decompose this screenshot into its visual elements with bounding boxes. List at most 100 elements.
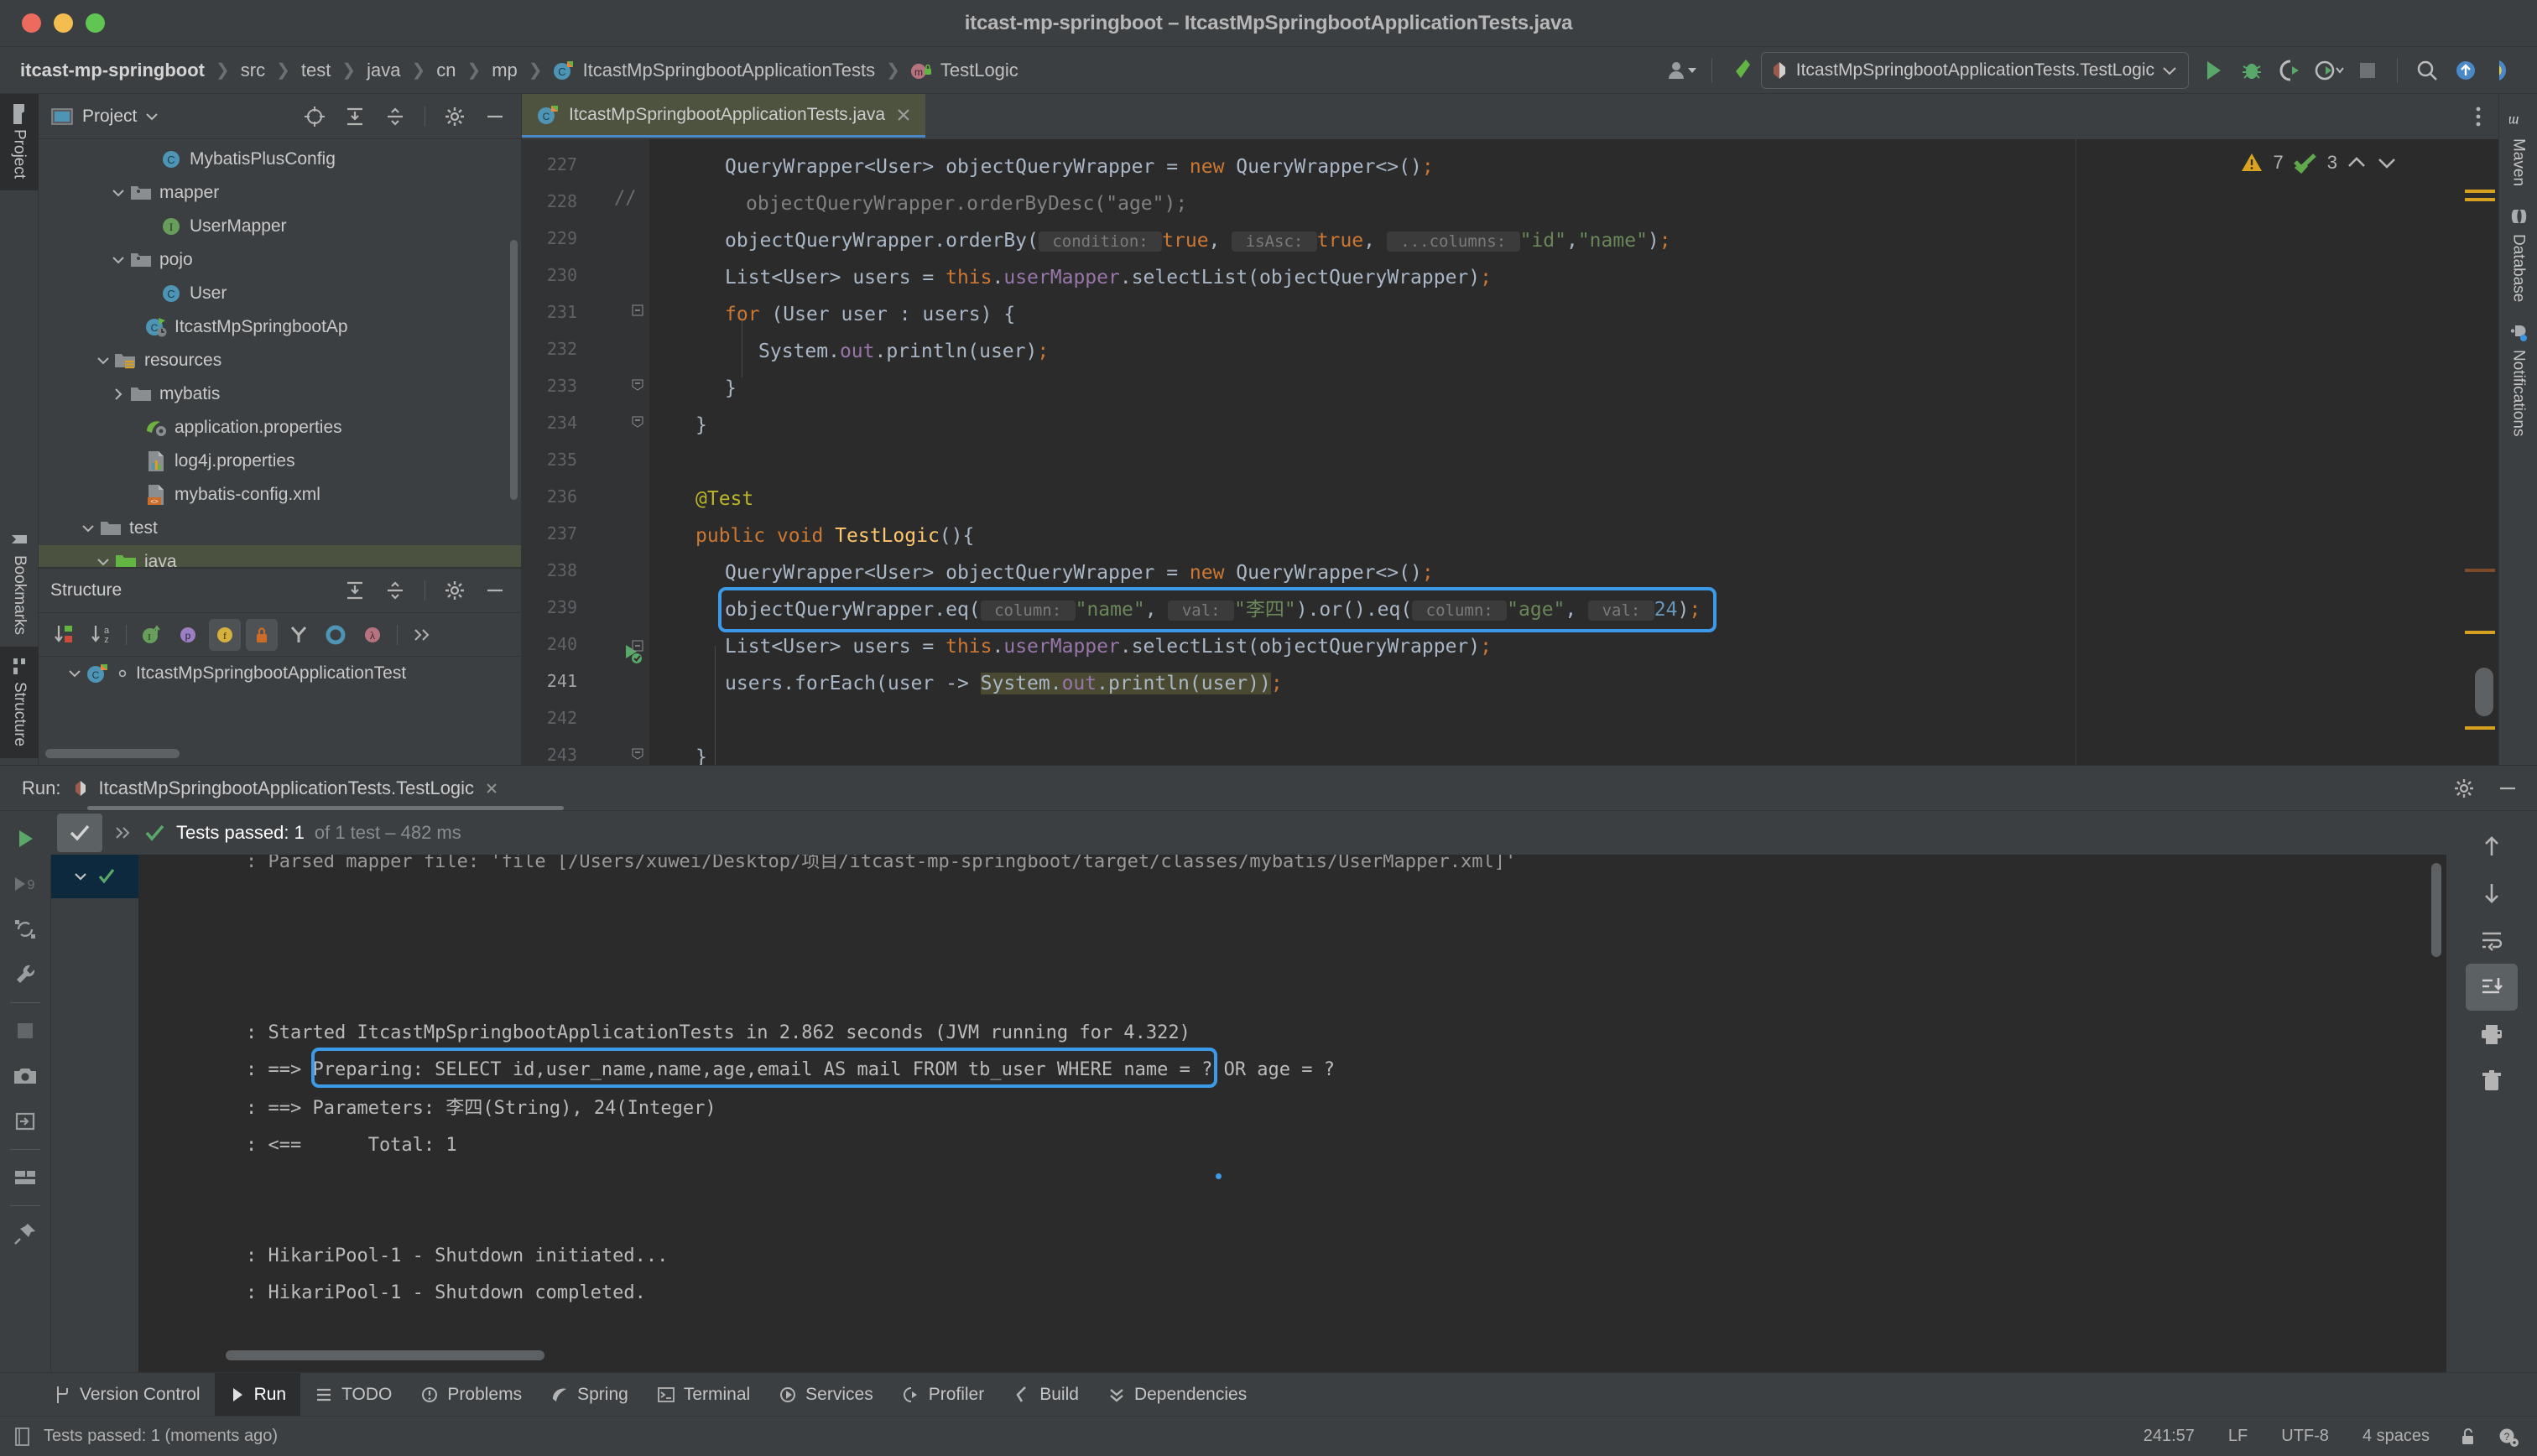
pin-tab-icon[interactable] <box>3 1211 48 1256</box>
expand-all-icon[interactable] <box>339 101 371 133</box>
fold-marker[interactable] <box>631 746 644 760</box>
chevron-down-icon[interactable] <box>92 356 114 366</box>
console-hscrollbar[interactable] <box>226 1350 544 1360</box>
group-by-icon[interactable] <box>283 619 315 651</box>
close-window-button[interactable] <box>22 13 41 33</box>
close-icon[interactable] <box>483 780 500 797</box>
clear-all-icon[interactable] <box>2466 1058 2518 1105</box>
locate-icon[interactable] <box>299 101 331 133</box>
tree-row[interactable]: mybatis <box>39 377 521 411</box>
next-problem-icon[interactable] <box>2376 154 2398 171</box>
tree-row[interactable]: C ItcastMpSpringbootAp <box>39 310 521 344</box>
user-avatar-button[interactable] <box>1663 52 1701 89</box>
toggle-auto-test-icon[interactable] <box>3 907 48 952</box>
expand-chevrons-icon[interactable] <box>112 824 133 842</box>
update-project-button[interactable] <box>2446 52 2485 89</box>
run-button[interactable] <box>2194 52 2232 89</box>
breadcrumb-item-test[interactable]: test <box>300 60 332 81</box>
chevron-down-icon[interactable] <box>77 523 99 533</box>
editor-tab[interactable]: C ItcastMpSpringbootApplicationTests.jav… <box>522 94 926 138</box>
debug-button[interactable] <box>2232 52 2271 89</box>
stop-icon[interactable] <box>3 1008 48 1053</box>
show-properties-icon[interactable]: p <box>172 619 204 651</box>
collapse-all-icon[interactable] <box>379 101 411 133</box>
chevron-down-icon[interactable] <box>107 255 129 265</box>
status-message[interactable]: Tests passed: 1 (moments ago) <box>44 1427 278 1446</box>
breadcrumb-item-cn[interactable]: cn <box>435 60 457 81</box>
breadcrumb-item-src[interactable]: src <box>239 60 267 81</box>
tree-row[interactable]: test <box>39 512 521 545</box>
tree-row[interactable]: log4j.properties <box>39 445 521 478</box>
tree-row-selected[interactable]: java <box>39 545 521 567</box>
breadcrumb-item-project[interactable]: itcast-mp-springboot <box>18 60 206 81</box>
run-with-coverage-button[interactable] <box>2271 52 2310 89</box>
sort-alphabetically-icon[interactable]: a z <box>86 619 117 651</box>
search-everywhere-button[interactable] <box>2408 52 2446 89</box>
show-fields-icon[interactable]: f <box>209 618 241 651</box>
collapse-all-icon[interactable] <box>379 575 411 606</box>
test-tree-selected-node[interactable] <box>51 855 138 898</box>
run-configuration-selector[interactable]: ItcastMpSpringbootApplicationTests.TestL… <box>1760 51 2189 89</box>
chevron-down-icon[interactable] <box>92 557 114 567</box>
indent-setting[interactable]: 4 spaces <box>2351 1427 2441 1446</box>
build-hammer-button[interactable] <box>1722 52 1761 89</box>
screenshot-icon[interactable] <box>3 1053 48 1099</box>
editor-options-icon[interactable] <box>2458 94 2498 139</box>
tool-window-spring[interactable]: Spring <box>536 1373 643 1417</box>
structure-hscrollbar[interactable] <box>45 749 180 758</box>
stop-button[interactable] <box>2348 52 2387 89</box>
console-output[interactable]: : Parsed mapper file: 'file [/Users/xuwe… <box>50 855 2446 1372</box>
layout-icon[interactable] <box>3 1155 48 1200</box>
scroll-down-icon[interactable] <box>2466 870 2518 917</box>
soft-wrap-icon[interactable] <box>2466 917 2518 964</box>
sidebar-item-structure[interactable]: Structure <box>0 646 39 758</box>
editor-gutter[interactable]: 227 228 229 230 231 232 233 234 235 236 … <box>522 139 649 765</box>
fold-marker[interactable] <box>631 377 644 391</box>
rerun-failed-tests-icon[interactable]: 9 <box>3 861 48 907</box>
console-test-tree-column[interactable] <box>51 855 138 1372</box>
close-icon[interactable] <box>894 106 913 124</box>
import-tests-icon[interactable] <box>3 1099 48 1144</box>
fold-marker[interactable] <box>631 639 644 653</box>
gear-icon[interactable] <box>439 101 471 133</box>
tool-window-dependencies[interactable]: Dependencies <box>1093 1373 1261 1417</box>
chevron-down-icon[interactable] <box>107 188 129 198</box>
gear-icon[interactable] <box>439 575 471 606</box>
file-encoding[interactable]: UTF-8 <box>2269 1427 2341 1446</box>
print-icon[interactable] <box>2466 1011 2518 1058</box>
chevron-right-icon[interactable] <box>107 387 129 401</box>
tree-row[interactable]: pojo <box>39 243 521 277</box>
zoom-window-button[interactable] <box>86 13 105 33</box>
run-session-tab[interactable]: ItcastMpSpringbootApplicationTests.TestL… <box>72 777 500 799</box>
sidebar-item-notifications[interactable]: Notifications <box>2508 312 2529 447</box>
editor-area[interactable]: 227 228 229 230 231 232 233 234 235 236 … <box>522 139 2498 765</box>
tool-window-terminal[interactable]: Terminal <box>643 1373 764 1417</box>
minimize-window-button[interactable] <box>54 13 73 33</box>
tool-window-version-control[interactable]: Version Control <box>39 1373 215 1417</box>
fold-marker[interactable] <box>631 414 644 428</box>
expand-all-icon[interactable] <box>339 575 371 606</box>
fold-marker[interactable] <box>631 304 644 317</box>
tree-row[interactable]: application.properties <box>39 411 521 445</box>
tree-row[interactable]: resources <box>39 344 521 377</box>
tool-window-problems[interactable]: Problems <box>406 1373 536 1417</box>
breadcrumb-item-class[interactable]: ItcastMpSpringbootApplicationTests <box>581 60 878 81</box>
code-text-area[interactable]: QueryWrapper<User> objectQueryWrapper = … <box>649 139 2498 765</box>
structure-tree[interactable]: C ItcastMpSpringbootApplicationTest <box>39 657 521 765</box>
show-non-public-icon[interactable] <box>246 618 278 651</box>
chevron-down-icon[interactable] <box>64 668 86 679</box>
chevron-down-icon[interactable] <box>145 112 159 122</box>
tool-window-build[interactable]: Build <box>998 1373 1093 1417</box>
breadcrumb-item-method[interactable]: TestLogic <box>939 60 1020 81</box>
structure-row[interactable]: C ItcastMpSpringbootApplicationTest <box>39 657 521 690</box>
hide-panel-icon[interactable] <box>479 101 511 133</box>
sort-by-visibility-icon[interactable] <box>49 619 81 651</box>
event-log-icon[interactable] <box>12 1426 34 1448</box>
test-tree-toggle[interactable] <box>57 814 102 852</box>
show-lambdas-icon[interactable]: λ <box>357 619 388 651</box>
error-stripe-thumb[interactable] <box>2475 668 2493 716</box>
hide-panel-icon[interactable] <box>2492 772 2524 804</box>
scroll-to-end-icon[interactable] <box>2466 964 2518 1011</box>
tree-row[interactable]: I UserMapper <box>39 210 521 243</box>
rerun-icon[interactable] <box>3 816 48 861</box>
